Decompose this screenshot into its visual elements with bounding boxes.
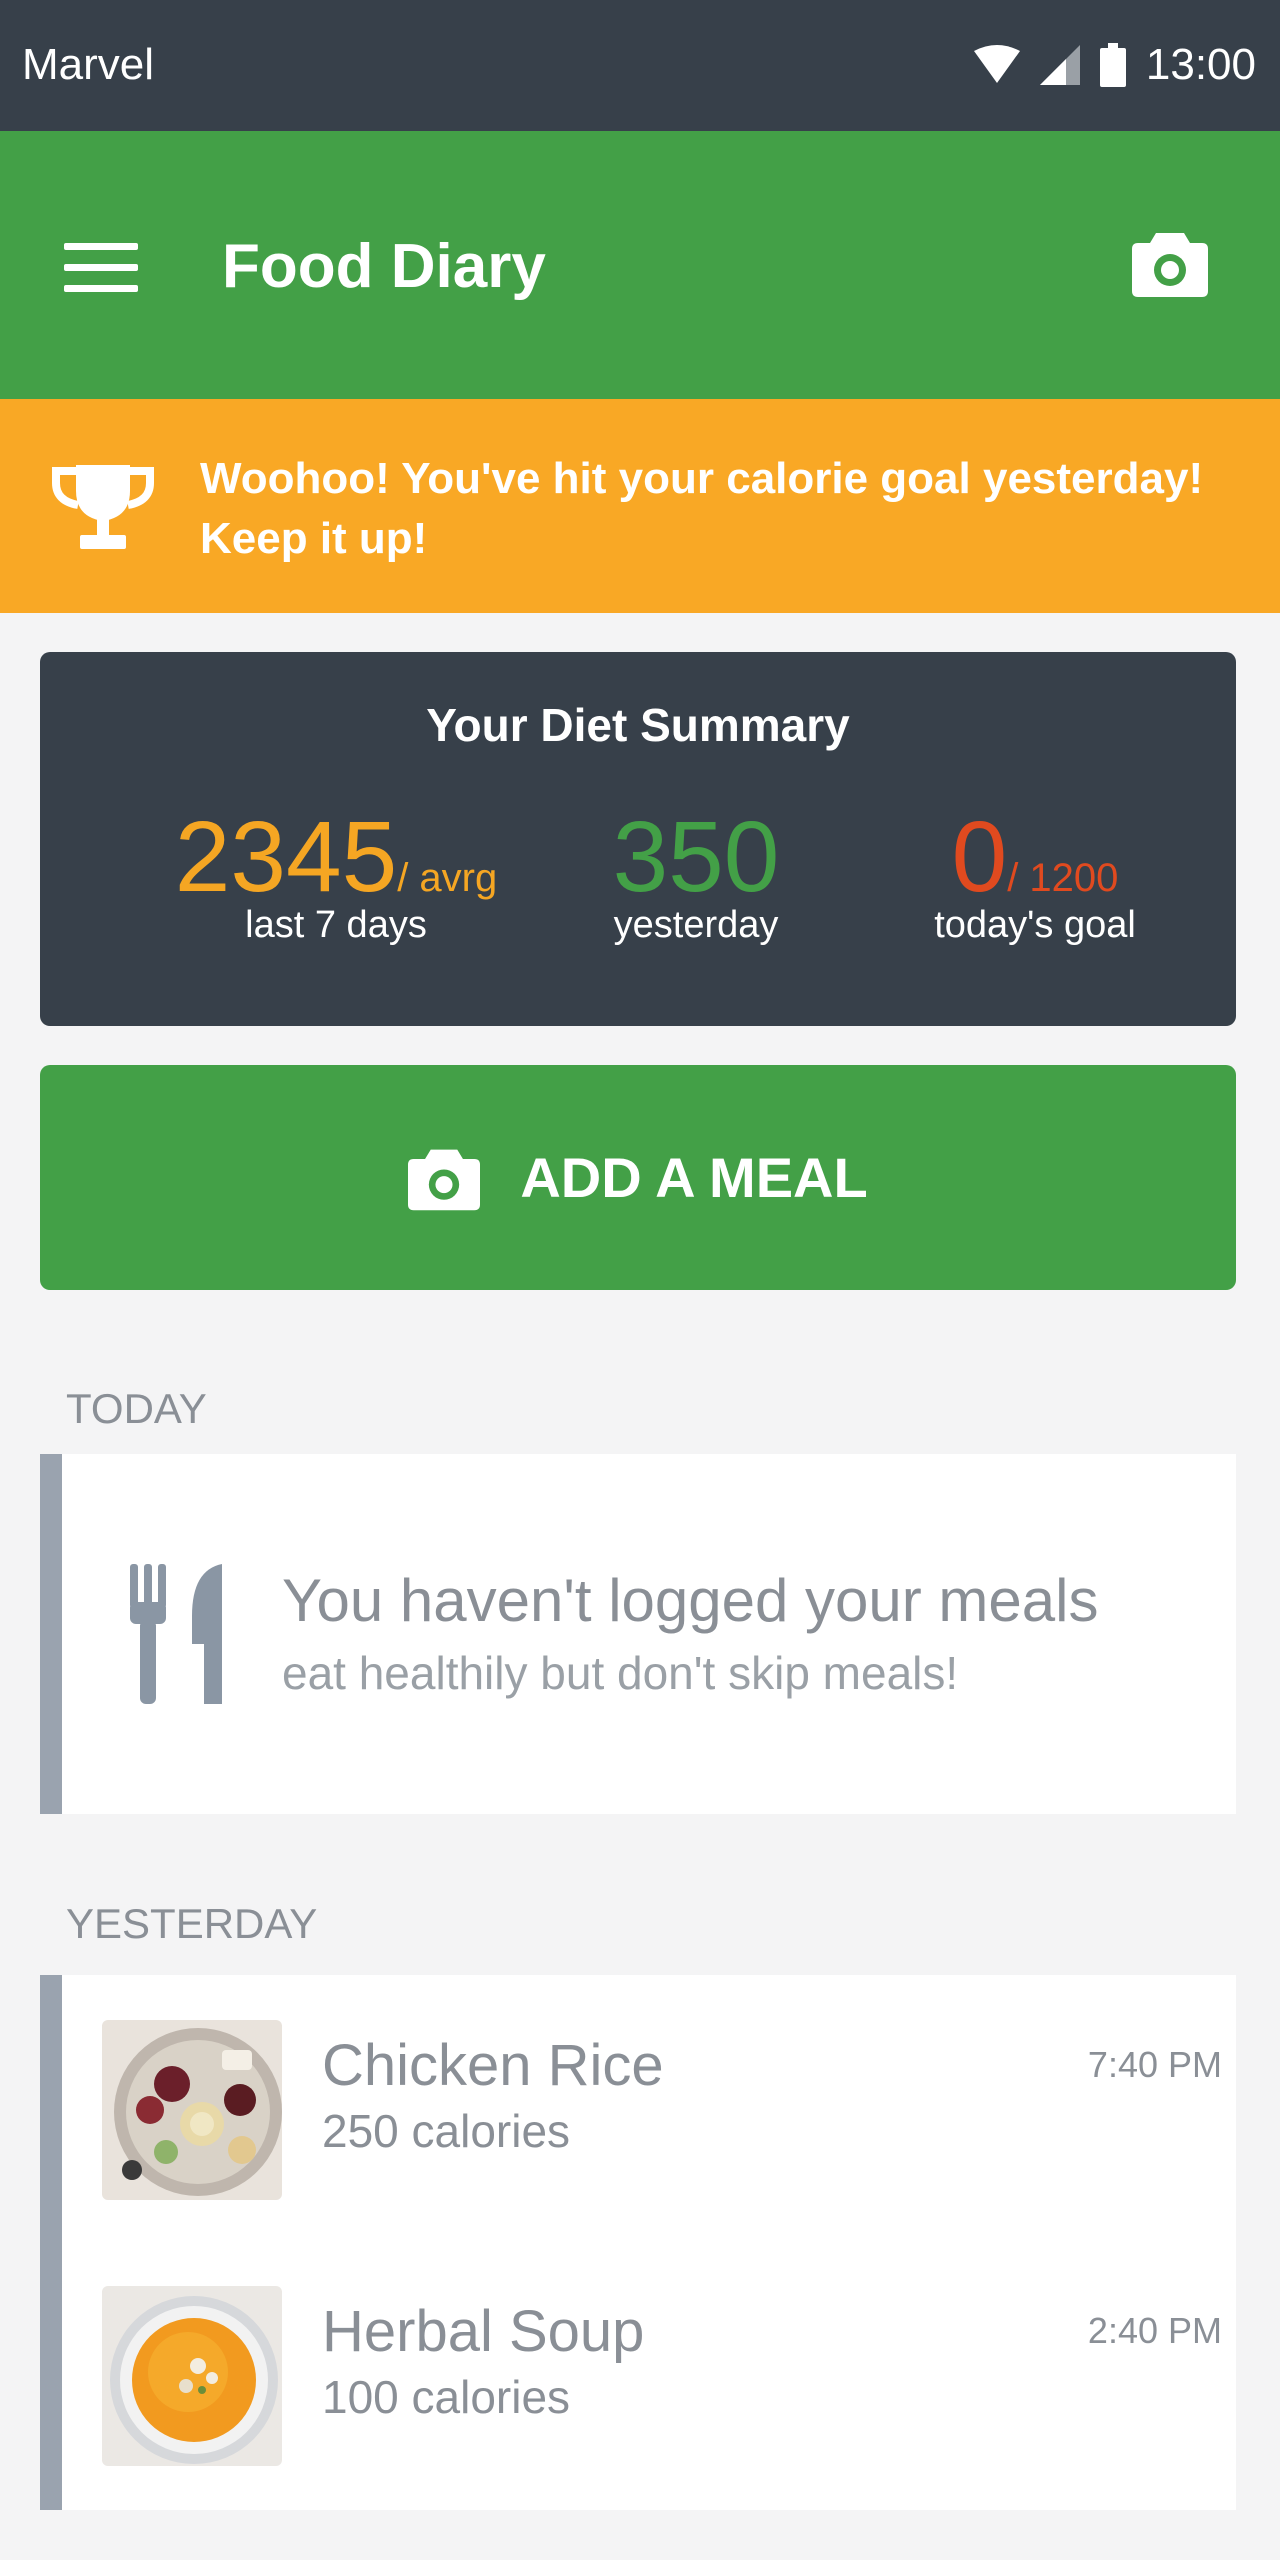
- empty-state-subtitle: eat healthily but don't skip meals!: [282, 1647, 959, 1699]
- add-meal-label: ADD A MEAL: [520, 1146, 868, 1209]
- diet-summary-card: Your Diet Summary 2345/ avrg last 7 days…: [40, 652, 1236, 1026]
- carrier-name: Marvel: [22, 40, 155, 89]
- average-value: 2345: [174, 801, 398, 913]
- today-value: 0: [951, 801, 1008, 913]
- page-title: Food Diary: [222, 232, 546, 301]
- meal-photo: [102, 2020, 282, 2200]
- today-goal-stat: 0/ 1200 today's goal: [870, 802, 1200, 947]
- meal-time: 2:40 PM: [1087, 2310, 1222, 2351]
- meal-name: Herbal Soup: [322, 2299, 645, 2364]
- average-stat: 2345/ avrg last 7 days: [136, 802, 536, 947]
- today-goal-label: today's goal: [934, 904, 1136, 946]
- meal-calories: 250 calories: [322, 2105, 571, 2157]
- today-goal-suffix: / 1200: [1007, 856, 1119, 900]
- meal-item[interactable]: Chicken Rice 250 calories 7:40 PM: [102, 2020, 1222, 2200]
- average-suffix: / avrg: [397, 856, 498, 900]
- camera-icon: [408, 1149, 481, 1210]
- trophy-icon: [52, 465, 154, 549]
- yesterday-meals-card: Chicken Rice 250 calories 7:40 PM Herbal…: [40, 1975, 1236, 2510]
- battery-icon: [1099, 43, 1126, 87]
- wifi-icon: [973, 45, 1020, 83]
- camera-icon[interactable]: [1132, 229, 1208, 297]
- meal-item[interactable]: Herbal Soup 100 calories 2:40 PM: [102, 2286, 1222, 2466]
- meal-calories: 100 calories: [322, 2371, 571, 2423]
- status-icons: 13:00: [973, 38, 1256, 92]
- yesterday-stat: 350 yesterday: [556, 802, 836, 947]
- signal-icon: [1039, 45, 1080, 85]
- achievement-banner: Woohoo! You've hit your calorie goal yes…: [0, 399, 1280, 613]
- meal-time: 7:40 PM: [1087, 2044, 1222, 2085]
- add-meal-button[interactable]: ADD A MEAL: [40, 1065, 1236, 1290]
- today-section-label: TODAY: [66, 1385, 207, 1432]
- meal-name: Chicken Rice: [322, 2033, 664, 2098]
- yesterday-label: yesterday: [613, 904, 779, 946]
- cutlery-icon: [130, 1564, 222, 1704]
- today-empty-card: You haven't logged your meals eat health…: [40, 1454, 1236, 1814]
- yesterday-section-label: YESTERDAY: [66, 1900, 318, 1947]
- clock: 13:00: [1145, 40, 1256, 89]
- menu-icon[interactable]: [64, 243, 138, 293]
- meal-photo: [102, 2286, 282, 2466]
- empty-state-title: You haven't logged your meals: [282, 1567, 1099, 1634]
- banner-message: Woohoo! You've hit your calorie goal yes…: [200, 454, 1204, 563]
- app-bar: Food Diary: [0, 131, 1280, 399]
- status-bar: Marvel 13:00: [0, 0, 1280, 131]
- summary-title: Your Diet Summary: [426, 699, 850, 751]
- yesterday-value: 350: [612, 801, 780, 913]
